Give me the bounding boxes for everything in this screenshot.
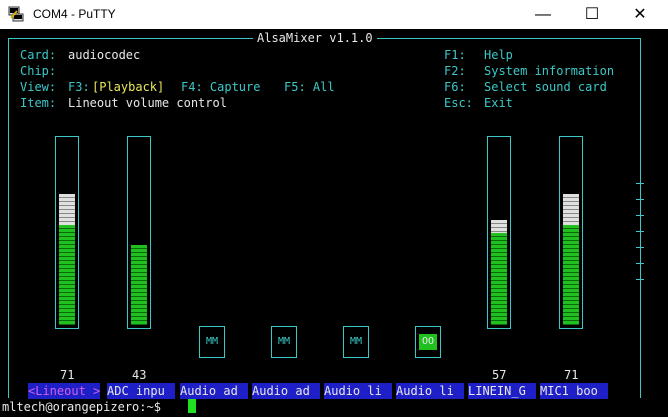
volume-fill-overrange <box>563 194 579 225</box>
control-label[interactable]: Audio ad <box>180 383 248 399</box>
item-value: Lineout volume control <box>68 96 227 110</box>
control-label[interactable]: <Lineout > <box>28 383 100 399</box>
volume-fill <box>131 245 147 325</box>
view-all[interactable]: F5: All <box>284 79 335 95</box>
control-label[interactable]: ADC inpu <box>107 383 175 399</box>
scroll-tick <box>636 263 644 264</box>
putty-icon <box>8 6 24 22</box>
switch-state: MM <box>205 336 219 347</box>
minimize-button[interactable]: — <box>520 0 566 29</box>
volume-fill-overrange <box>491 220 507 233</box>
volume-value: 57 <box>492 368 507 382</box>
key-f2-desc: System information <box>484 64 615 78</box>
mute-switch[interactable]: MM <box>271 326 297 358</box>
volume-value: 71 <box>60 368 75 382</box>
key-esc: Esc: <box>444 96 473 110</box>
scroll-tick <box>636 183 644 184</box>
switch-state: MM <box>349 336 363 347</box>
card-label: Card: <box>20 48 57 62</box>
maximize-icon: ☐ <box>584 6 600 23</box>
view-capture[interactable]: F4: Capture <box>181 79 260 95</box>
key-f2: F2: <box>444 64 466 78</box>
volume-fill <box>563 225 579 325</box>
terminal[interactable]: AlsaMixer v1.1.0 Card: audiocodec Chip: … <box>0 29 668 417</box>
volume-meter[interactable] <box>487 136 511 329</box>
key-esc-desc: Exit <box>484 96 513 110</box>
view-playback[interactable]: [Playback] <box>92 79 164 95</box>
volume-value: 71 <box>564 368 579 382</box>
switch-state: OO <box>419 334 437 350</box>
control-label[interactable]: Audio ad <box>252 383 320 399</box>
mute-switch[interactable]: MM <box>343 326 369 358</box>
volume-meter[interactable] <box>127 136 151 329</box>
window-titlebar: COM4 - PuTTY — ☐ ✕ <box>0 0 668 29</box>
scroll-tick <box>636 215 644 216</box>
close-button[interactable]: ✕ <box>617 0 663 29</box>
scroll-tick <box>636 199 644 200</box>
volume-fill-overrange <box>59 194 75 225</box>
control-label[interactable]: Audio li <box>396 383 464 399</box>
volume-meter[interactable] <box>559 136 583 329</box>
scroll-tick <box>636 279 644 280</box>
card-value: audiocodec <box>68 48 141 62</box>
volume-fill <box>491 233 507 325</box>
mixer-header: AlsaMixer v1.1.0 <box>253 30 377 46</box>
key-f1-desc: Help <box>484 48 513 62</box>
volume-value: 43 <box>132 368 147 382</box>
scroll-tick <box>636 231 644 232</box>
text-cursor <box>188 399 196 413</box>
mute-switch[interactable]: MM <box>199 326 225 358</box>
volume-fill <box>59 225 75 325</box>
scroll-tick <box>636 247 644 248</box>
key-f6: F6: <box>444 80 466 94</box>
item-label: Item: <box>20 96 57 110</box>
chip-label: Chip: <box>20 64 57 78</box>
minimize-icon: — <box>535 6 551 23</box>
view-label: View: <box>20 80 57 94</box>
view-f3: F3: <box>68 80 90 94</box>
key-f1: F1: <box>444 48 466 62</box>
control-label[interactable]: LINEIN_G <box>468 383 536 399</box>
control-label[interactable]: MIC1 boo <box>540 383 608 399</box>
key-f6-desc: Select sound card <box>484 80 607 94</box>
window-title: COM4 - PuTTY <box>33 7 116 21</box>
switch-state: MM <box>277 336 291 347</box>
mute-switch[interactable]: OO <box>415 326 441 358</box>
shell-prompt: mltech@orangepizero:~$ <box>2 400 169 414</box>
mixer-frame-right <box>640 38 641 398</box>
control-label[interactable]: Audio li <box>324 383 392 399</box>
mixer-frame-left <box>8 38 9 398</box>
close-icon: ✕ <box>633 6 647 23</box>
maximize-button[interactable]: ☐ <box>569 0 615 29</box>
volume-meter[interactable] <box>55 136 79 329</box>
